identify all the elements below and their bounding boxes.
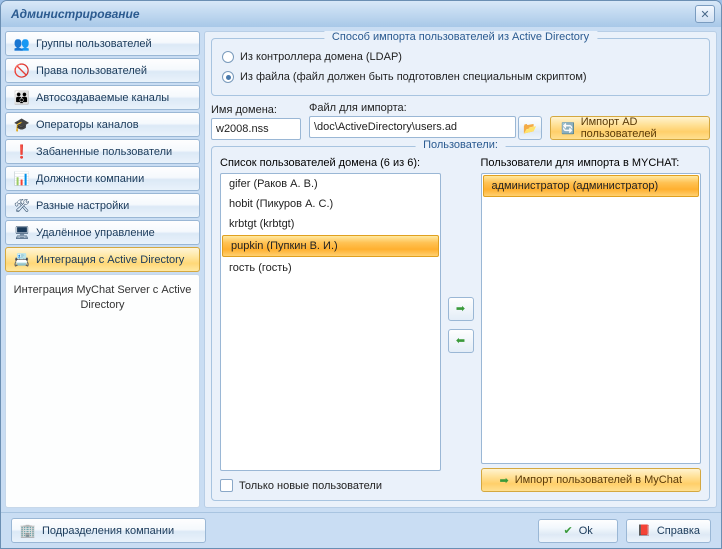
sidebar-item-banned[interactable]: ❗ Забаненные пользователи [5,139,200,164]
radio-icon [222,71,234,83]
window-body: 👥 Группы пользователей 🚫 Права пользовател… [1,27,721,512]
remote-icon: 🖥 [14,225,30,241]
close-button[interactable]: ✕ [695,5,715,23]
footer-right: ✔ Ok 📕 Справка [538,519,711,543]
building-icon: 🏢 [20,523,36,539]
import-method-group: Способ импорта пользователей из Active D… [211,38,710,96]
checkbox-icon [220,479,233,492]
import-users-title: Пользователи для импорта в MYCHAT: [481,157,702,169]
domain-input[interactable]: w2008.nss [211,118,301,140]
sidebar-item-label: Автосоздаваемые каналы [36,92,169,104]
ok-button[interactable]: ✔ Ok [538,519,618,543]
sidebar-item-groups[interactable]: 👥 Группы пользователей [5,31,200,56]
sidebar-item-rights[interactable]: 🚫 Права пользователей [5,58,200,83]
transfer-buttons: ➡ ⬅ [447,157,475,492]
import-users-list[interactable]: администратор (администратор) [481,173,702,464]
rights-icon: 🚫 [14,63,30,79]
domain-field: Имя домена: w2008.nss [211,104,301,140]
sidebar-item-label: Забаненные пользователи [36,146,172,158]
users-area: Пользователи: Список пользователей домен… [211,146,710,501]
settings-icon: 🛠 [14,198,30,214]
import-mychat-button[interactable]: ➡ Импорт пользователей в MyChat [481,468,702,492]
radio-icon [222,51,234,63]
domain-value: w2008.nss [216,123,269,135]
import-ad-label: Импорт AD пользователей [581,116,699,140]
ad-icon: 📇 [14,252,30,268]
import-method-title: Способ импорта пользователей из Active D… [324,31,597,43]
folder-icon: 📂 [523,122,537,135]
channels-icon: 👪 [14,90,30,106]
sidebar-item-label: Удалённое управление [36,227,155,239]
sidebar-description: Интеграция MyChat Server с Active Direct… [5,274,200,508]
sidebar-item-label: Подразделения компании [42,525,174,537]
ok-label: Ok [579,525,593,537]
group-icon: 👥 [14,36,30,52]
sidebar-item-misc[interactable]: 🛠 Разные настройки [5,193,200,218]
help-label: Справка [657,525,700,537]
window-title: Администрирование [11,7,140,21]
arrow-right-icon: ➡ [456,302,465,315]
book-icon: 📕 [637,524,651,537]
sidebar-item-label: Интеграция с Active Directory [36,254,184,266]
arrow-left-icon: ⬅ [456,334,465,347]
move-left-button[interactable]: ⬅ [448,329,474,353]
footer: 🏢 Подразделения компании ✔ Ok 📕 Справка [1,512,721,548]
list-item[interactable]: pupkin (Пупкин В. И.) [222,235,439,257]
sidebar-item-remote[interactable]: 🖥 Удалённое управление [5,220,200,245]
list-item[interactable]: hobit (Пикуров А. С.) [221,194,440,214]
file-value: \doc\ActiveDirectory\users.ad [314,121,457,133]
import-users-col: Пользователи для импорта в MYCHAT: админ… [481,157,702,492]
banned-icon: ❗ [14,144,30,160]
positions-icon: 📊 [14,171,30,187]
domain-label: Имя домена: [211,104,301,116]
titlebar: Администрирование ✕ [1,1,721,27]
only-new-label: Только новые пользователи [239,480,382,492]
sidebar-item-label: Права пользователей [36,65,147,77]
import-mychat-label: Импорт пользователей в MyChat [515,474,682,486]
main-panel: Способ импорта пользователей из Active D… [204,31,717,508]
list-item[interactable]: администратор (администратор) [483,175,700,197]
sidebar: 👥 Группы пользователей 🚫 Права пользовател… [5,31,200,508]
sidebar-item-departments[interactable]: 🏢 Подразделения компании [11,518,206,543]
file-field: Файл для импорта: \doc\ActiveDirectory\u… [309,102,542,140]
sidebar-item-positions[interactable]: 📊 Должности компании [5,166,200,191]
browse-button[interactable]: 📂 [518,116,542,140]
radio-label: Из файла (файл должен быть подготовлен с… [240,71,587,83]
file-label: Файл для импорта: [309,102,542,114]
domain-users-col: Список пользователей домена (6 из 6): gi… [220,157,441,492]
check-icon: ✔ [564,524,573,537]
users-group-title: Пользователи: [415,139,506,151]
sidebar-item-label: Разные настройки [36,200,129,212]
sidebar-item-autochannels[interactable]: 👪 Автосоздаваемые каналы [5,85,200,110]
sidebar-item-label: Группы пользователей [36,38,152,50]
sidebar-item-ad[interactable]: 📇 Интеграция с Active Directory [5,247,200,272]
radio-ldap[interactable]: Из контроллера домена (LDAP) [220,47,701,67]
list-item[interactable]: krbtgt (krbtgt) [221,214,440,234]
move-right-button[interactable]: ➡ [448,297,474,321]
close-icon: ✕ [700,8,709,21]
users-group: Пользователи: Список пользователей домен… [211,146,710,501]
footer-left: 🏢 Подразделения компании [11,518,206,543]
radio-label: Из контроллера домена (LDAP) [240,51,402,63]
sidebar-item-label: Операторы каналов [36,119,139,131]
operator-icon: 🎓 [14,117,30,133]
sidebar-item-operators[interactable]: 🎓 Операторы каналов [5,112,200,137]
refresh-icon: 🔄 [561,122,575,135]
help-button[interactable]: 📕 Справка [626,519,711,543]
radio-file[interactable]: Из файла (файл должен быть подготовлен с… [220,67,701,87]
domain-users-title: Список пользователей домена (6 из 6): [220,157,441,169]
list-item[interactable]: gifer (Раков А. В.) [221,174,440,194]
arrow-right-icon: ➡ [499,474,508,487]
import-ad-button[interactable]: 🔄 Импорт AD пользователей [550,116,710,140]
list-item[interactable]: гость (гость) [221,258,440,278]
file-row: Имя домена: w2008.nss Файл для импорта: … [211,102,710,140]
sidebar-item-label: Должности компании [36,173,144,185]
only-new-checkbox[interactable]: Только новые пользователи [220,475,441,492]
domain-users-list[interactable]: gifer (Раков А. В.)hobit (Пикуров А. С.)… [220,173,441,471]
file-input[interactable]: \doc\ActiveDirectory\users.ad [309,116,516,138]
admin-window: Администрирование ✕ 👥 Группы пользователе… [0,0,722,549]
